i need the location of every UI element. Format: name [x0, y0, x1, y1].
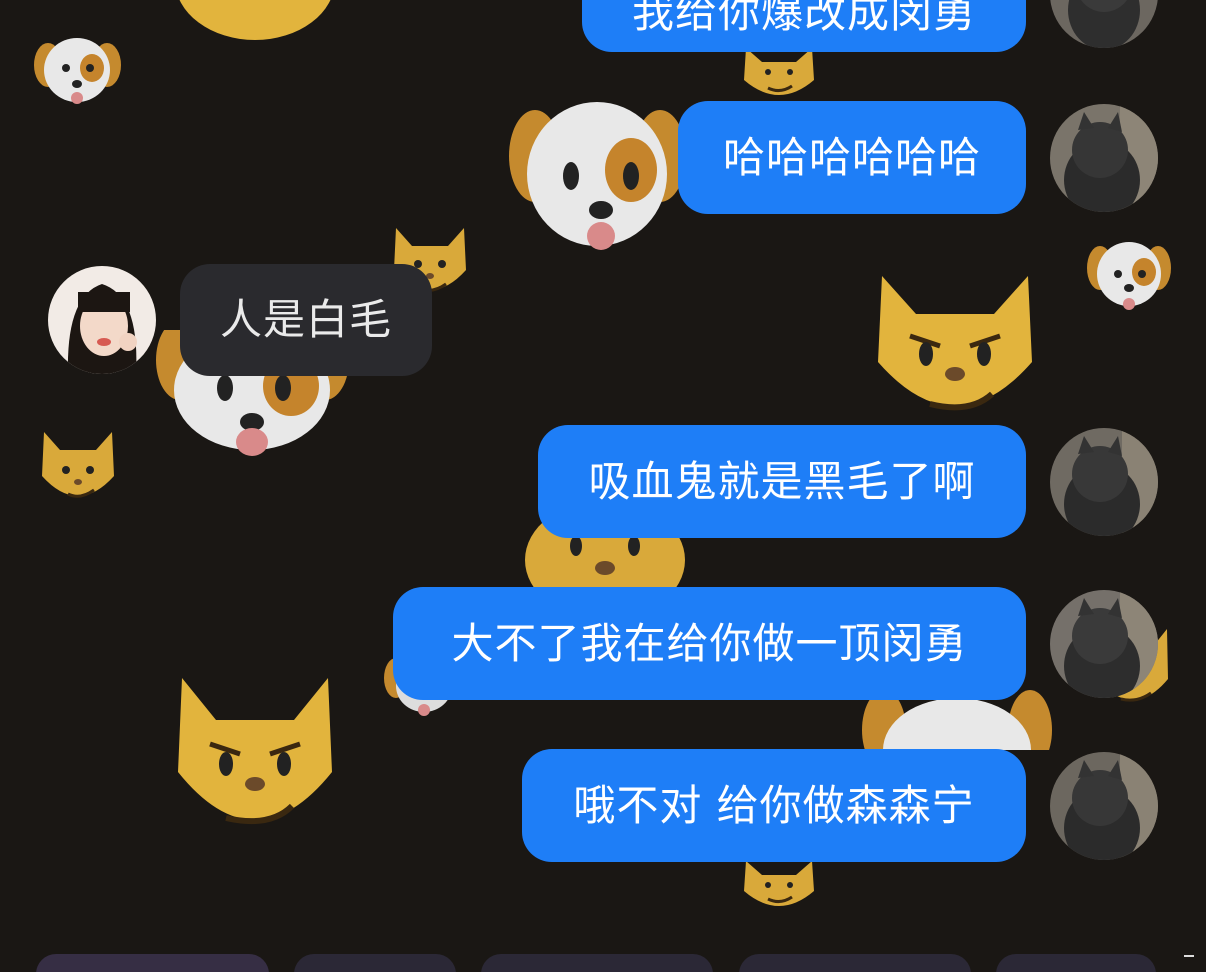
message-bubble[interactable]: 哈哈哈哈哈哈: [678, 101, 1026, 214]
cat-sticker-icon: [170, 672, 340, 852]
quick-action-chip[interactable]: [481, 954, 713, 972]
chat-screen: 我给你爆改成闵勇 哈哈哈哈哈哈 人是白毛 吸血鬼就是黑毛了啊 大不了我在给你做一…: [0, 0, 1206, 972]
self-avatar[interactable]: [1050, 428, 1158, 536]
message-bubble[interactable]: 大不了我在给你做一顶闵勇: [393, 587, 1026, 700]
cat-sticker-icon: [38, 428, 118, 510]
message-bubble[interactable]: 哦不对 给你做森森宁: [522, 749, 1026, 862]
self-avatar[interactable]: [1050, 0, 1158, 48]
dog-sticker-icon: [1084, 234, 1174, 314]
self-avatar[interactable]: [1050, 590, 1158, 698]
message-bubble[interactable]: 人是白毛: [180, 264, 432, 376]
quick-action-chip[interactable]: [739, 954, 971, 972]
self-avatar[interactable]: [1050, 752, 1158, 860]
quick-action-chip[interactable]: [36, 954, 269, 972]
message-bubble[interactable]: 我给你爆改成闵勇: [582, 0, 1026, 52]
other-avatar[interactable]: [48, 266, 156, 374]
cat-sticker-icon: [870, 270, 1040, 430]
cat-sticker-icon: [170, 0, 340, 50]
quick-action-chip[interactable]: [996, 954, 1156, 972]
cat-sticker-icon: [738, 855, 820, 915]
message-bubble[interactable]: 吸血鬼就是黑毛了啊: [538, 425, 1026, 538]
self-avatar[interactable]: [1050, 104, 1158, 212]
dog-sticker-icon: [30, 30, 125, 110]
quick-action-chip[interactable]: [294, 954, 456, 972]
dog-sticker-icon: [505, 86, 690, 256]
scroll-indicator: [1184, 955, 1194, 957]
